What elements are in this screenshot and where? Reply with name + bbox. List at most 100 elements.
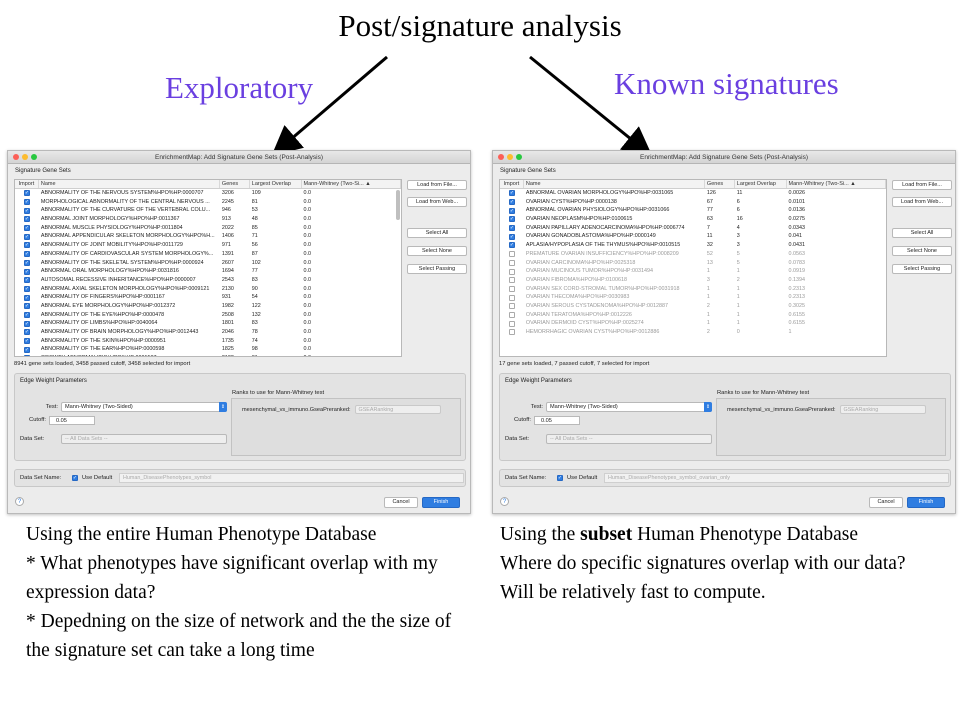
table-row[interactable]: ✓ ABNORMAL JOINT MORPHOLOGY%HPO%HP:001136… (15, 215, 401, 224)
table-row[interactable]: ✓ ABNORMALITY OF CARDIOVASCULAR SYSTEM MO… (15, 250, 401, 259)
import-checkbox[interactable]: ✓ (23, 259, 30, 266)
import-checkbox[interactable] (508, 311, 515, 318)
col-genes[interactable]: Genes (705, 180, 735, 188)
close-window-icon[interactable] (13, 154, 19, 160)
import-checkbox[interactable]: ✓ (23, 311, 30, 318)
import-checkbox[interactable]: ✓ (23, 294, 30, 301)
table-row[interactable]: ✓ ABNORMALITY OF THE CURVATURE OF THE VER… (15, 206, 401, 215)
select-none-button[interactable]: Select None (407, 246, 467, 256)
select-all-button[interactable]: Select All (407, 228, 467, 238)
dataset-name-input[interactable]: Human_DiseasePhenotypes_symbol (119, 473, 464, 483)
import-checkbox[interactable]: ✓ (23, 268, 30, 275)
import-checkbox[interactable]: ✓ (23, 355, 30, 356)
ranks-select[interactable]: GSEARanking (839, 405, 926, 414)
table-row[interactable]: ✓ ABNORMALITY OF THE SKIN%HPO%HP:0000951 1… (15, 337, 401, 346)
import-checkbox[interactable]: ✓ (23, 225, 30, 232)
table-row[interactable]: ✓ ABNORMALITY OF JOINT MOBILITY%HPO%HP:00… (15, 241, 401, 250)
load-from-file-button[interactable]: Load from File... (892, 180, 952, 190)
table-row[interactable]: PREMATURE OVARIAN INSUFFICIENCY%HPO%HP:0… (500, 250, 886, 259)
load-from-file-button[interactable]: Load from File... (407, 180, 467, 190)
table-row[interactable]: ✓ ABNORMAL MUSCLE PHYSIOLOGY%HPO%HP:00118… (15, 224, 401, 233)
import-checkbox[interactable]: ✓ (23, 207, 30, 214)
table-row[interactable]: ✓ ABNORMALITY OF THE EYE%HPO%HP:0000478 25… (15, 311, 401, 320)
cancel-button[interactable]: Cancel (869, 497, 903, 508)
table-row[interactable]: ✓ OVARIAN CYST%HPO%HP:0000138 67 6 0.0101 (500, 198, 886, 207)
import-checkbox[interactable] (508, 320, 515, 327)
import-checkbox[interactable]: ✓ (508, 190, 515, 197)
dataset-select[interactable]: -- All Data Sets -- (546, 434, 712, 444)
col-largest-overlap[interactable]: Largest Overlap (250, 180, 302, 188)
import-checkbox[interactable] (508, 277, 515, 284)
close-window-icon[interactable] (498, 154, 504, 160)
import-checkbox[interactable] (508, 303, 515, 310)
table-row[interactable]: ✓ ABNORMALITY OF THE NERVOUS SYSTEM%HPO%H… (15, 189, 401, 198)
col-name[interactable]: Name (524, 180, 705, 188)
table-row[interactable]: ✓ ABNORMAL APPENDICULAR SKELETON MORPHOLO… (15, 232, 401, 241)
table-row[interactable]: ✓ ABNORMAL EYE MORPHOLOGY%HPO%HP:0012372 1… (15, 302, 401, 311)
table-row[interactable]: ✓ OVARIAN PAPILLARY ADENOCARCINOMA%HPO%HP… (500, 224, 886, 233)
test-select[interactable]: Mann-Whitney (Two-Sided) ⇕ (61, 402, 227, 412)
import-checkbox[interactable] (508, 285, 515, 292)
table-row[interactable]: OVARIAN TERATOMA%HPO%HP:0012226 1 1 0.6155 (500, 311, 886, 320)
import-checkbox[interactable]: ✓ (508, 216, 515, 223)
test-select[interactable]: Mann-Whitney (Two-Sided) ⇕ (546, 402, 712, 412)
finish-button[interactable]: Finish (907, 497, 945, 508)
select-none-button[interactable]: Select None (892, 246, 952, 256)
table-row[interactable]: HEMORRHAGIC OVARIAN CYST%HPO%HP:0012886 2… (500, 328, 886, 337)
import-checkbox[interactable]: ✓ (23, 199, 30, 206)
table-row[interactable]: ✓ ABNORMALITY OF BRAIN MORPHOLOGY%HPO%HP:… (15, 328, 401, 337)
table-row[interactable]: ✓ ABNORMALITY OF LIMBS%HPO%HP:0040064 1801… (15, 319, 401, 328)
import-checkbox[interactable]: ✓ (23, 233, 30, 240)
table-row[interactable]: ✓ ABNORMALITY OF FINGERS%HPO%HP:0001167 93… (15, 293, 401, 302)
ranks-select[interactable]: GSEARanking (354, 405, 441, 414)
import-checkbox[interactable]: ✓ (23, 190, 30, 197)
table-row[interactable]: ✓ ABNORMAL ORAL MORPHOLOGY%HPO%HP:0031816… (15, 267, 401, 276)
col-mann-whitney[interactable]: Mann-Whitney (Two-Si... ▲ (787, 180, 886, 188)
minimize-window-icon[interactable] (22, 154, 28, 160)
col-import[interactable]: Import (500, 180, 524, 188)
table-row[interactable]: ✓ AUTOSOMAL RECESSIVE INHERITANCE%HPO%HP:… (15, 276, 401, 285)
col-largest-overlap[interactable]: Largest Overlap (735, 180, 787, 188)
use-default-checkbox[interactable]: ✓ (557, 475, 563, 481)
import-checkbox[interactable] (508, 294, 515, 301)
table-row[interactable]: OVARIAN SEROUS CYSTADENOMA%HPO%HP:001288… (500, 302, 886, 311)
finish-button[interactable]: Finish (422, 497, 460, 508)
import-checkbox[interactable]: ✓ (23, 303, 30, 310)
table-row[interactable]: OVARIAN THECOMA%HPO%HP:0030983 1 1 0.2313 (500, 293, 886, 302)
select-passing-button[interactable]: Select Passing (407, 264, 467, 274)
table-row[interactable]: ✓ ABNORMALITY OF THE SKELETAL SYSTEM%HPO%… (15, 259, 401, 268)
select-passing-button[interactable]: Select Passing (892, 264, 952, 274)
maximize-window-icon[interactable] (31, 154, 37, 160)
table-row[interactable]: OVARIAN DERMOID CYST%HPO%HP:0025274 1 1 0.6… (500, 319, 886, 328)
import-checkbox[interactable]: ✓ (508, 233, 515, 240)
vertical-scrollbar[interactable] (396, 190, 400, 220)
import-checkbox[interactable] (508, 268, 515, 275)
cancel-button[interactable]: Cancel (384, 497, 418, 508)
help-button[interactable]: ? (15, 497, 24, 506)
dataset-name-input[interactable]: Human_DiseasePhenotypes_symbol_ovarian_o… (604, 473, 949, 483)
load-from-web-button[interactable]: Load from Web... (407, 197, 467, 207)
table-row[interactable]: ✓ ABNORMAL OVARIAN PHYSIOLOGY%HPO%HP:0031… (500, 206, 886, 215)
import-checkbox[interactable] (508, 259, 515, 266)
table-row[interactable]: ✓ APLASIA/HYPOPLASIA OF THE THYMUS%HPO%HP… (500, 241, 886, 250)
select-all-button[interactable]: Select All (892, 228, 952, 238)
cutoff-input[interactable]: 0.05 (49, 416, 95, 425)
col-import[interactable]: Import (15, 180, 39, 188)
import-checkbox[interactable]: ✓ (23, 329, 30, 336)
import-checkbox[interactable]: ✓ (23, 338, 30, 345)
import-checkbox[interactable] (508, 251, 515, 258)
table-row[interactable]: ✓ ABNORMALITY OF THE EAR%HPO%HP:0000598 18… (15, 345, 401, 354)
table-row[interactable]: ✓ GROWTH ABNORMALITY%HPO%HP:0001507212281… (15, 354, 401, 356)
table-row[interactable]: OVARIAN MUCINOUS TUMOR%HPO%HP:0031494 1 1 0… (500, 267, 886, 276)
table-row[interactable]: OVARIAN CARCINOMA%HPO%HP:0025318 13 5 0.078… (500, 259, 886, 268)
import-checkbox[interactable]: ✓ (23, 242, 30, 249)
cutoff-input[interactable]: 0.05 (534, 416, 580, 425)
dataset-select[interactable]: -- All Data Sets -- (61, 434, 227, 444)
table-row[interactable]: ✓ ABNORMAL AXIAL SKELETON MORPHOLOGY%HPO%… (15, 285, 401, 294)
load-from-web-button[interactable]: Load from Web... (892, 197, 952, 207)
table-row[interactable]: ✓ MORPHOLOGICAL ABNORMALITY OF THE CENTRA… (15, 198, 401, 207)
table-row[interactable]: ✓ OVARIAN GONADOBLASTOMA%HPO%HP:0000149 11… (500, 232, 886, 241)
import-checkbox[interactable]: ✓ (508, 199, 515, 206)
import-checkbox[interactable]: ✓ (508, 242, 515, 249)
use-default-checkbox[interactable]: ✓ (72, 475, 78, 481)
